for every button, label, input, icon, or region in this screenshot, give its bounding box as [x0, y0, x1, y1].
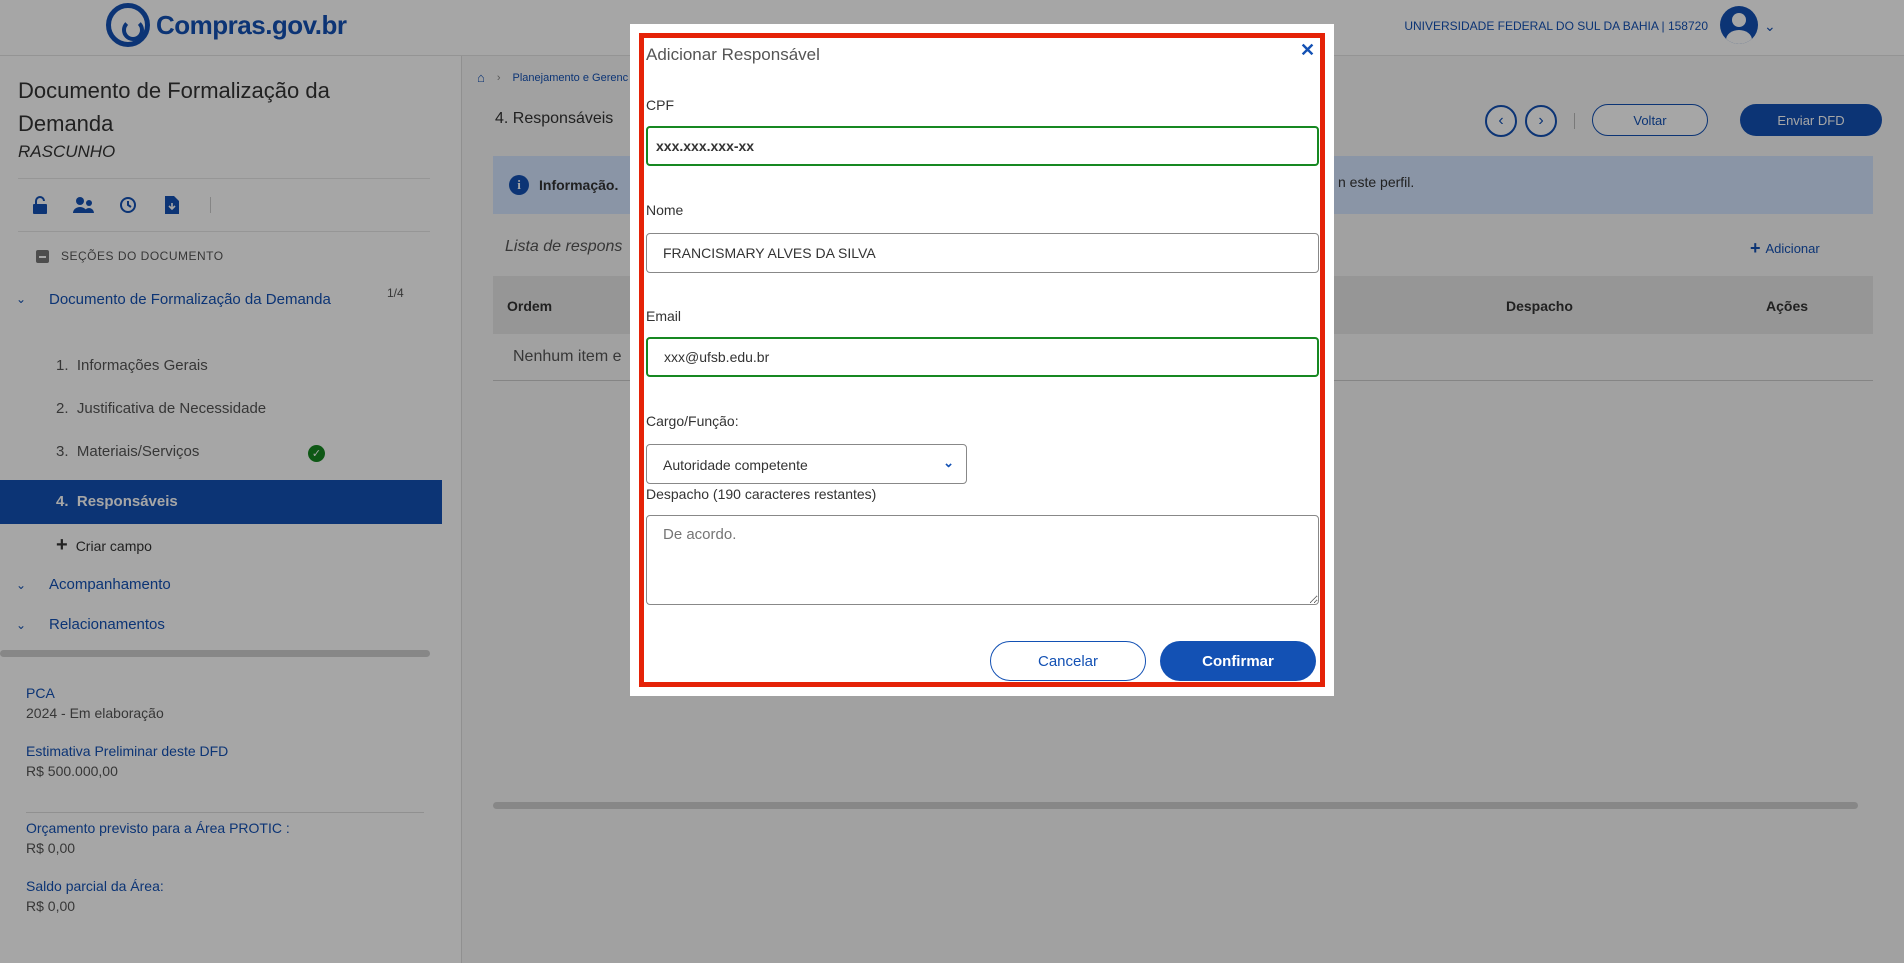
role-label: Cargo/Função: [646, 413, 739, 429]
add-responsible-modal: Adicionar Responsável ✕ CPF Nome Email C… [630, 24, 1334, 696]
role-select[interactable]: Autoridade competente ⌄ [646, 444, 967, 484]
close-icon[interactable]: ✕ [1300, 40, 1315, 61]
confirm-button[interactable]: Confirmar [1160, 641, 1316, 681]
chevron-down-icon: ⌄ [943, 455, 954, 470]
dispatch-label: Despacho (190 caracteres restantes) [646, 486, 877, 502]
cpf-label: CPF [646, 97, 674, 113]
role-selected-value: Autoridade competente [663, 457, 808, 473]
email-input[interactable] [646, 337, 1319, 377]
dispatch-textarea[interactable] [646, 515, 1319, 605]
cpf-input[interactable] [646, 126, 1319, 166]
cancel-button[interactable]: Cancelar [990, 641, 1146, 681]
modal-title: Adicionar Responsável [646, 45, 820, 64]
name-label: Nome [646, 202, 684, 218]
name-input[interactable] [646, 233, 1319, 273]
email-label: Email [646, 308, 682, 324]
